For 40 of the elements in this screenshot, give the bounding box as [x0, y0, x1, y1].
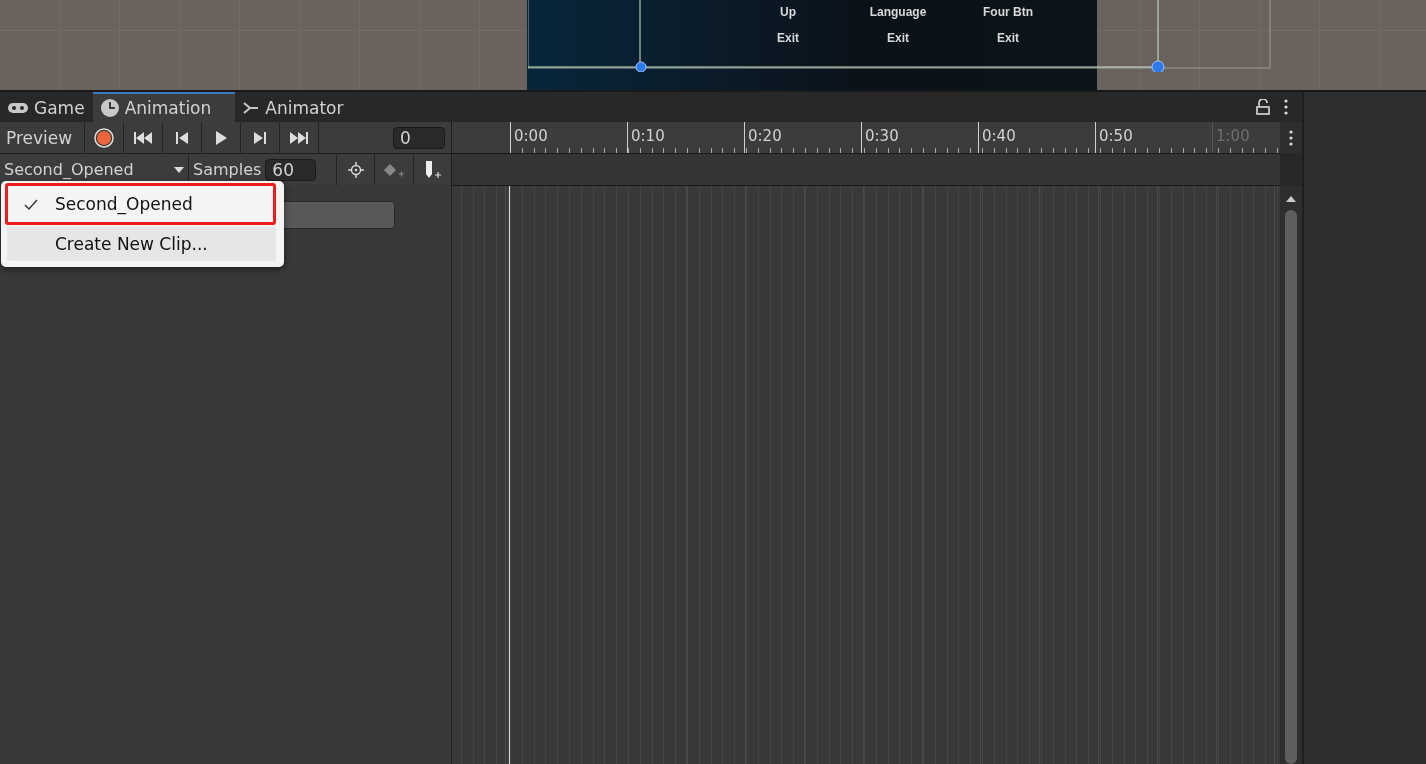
branch-icon: [243, 101, 260, 115]
button-label: Exit: [887, 31, 909, 45]
record-button[interactable]: [85, 122, 123, 153]
crosshair-icon: [347, 161, 364, 178]
frame-field[interactable]: 0: [393, 126, 445, 149]
play-button[interactable]: [202, 122, 240, 153]
menu-item[interactable]: Create New Clip...: [7, 227, 276, 261]
button-label: Up: [780, 5, 796, 19]
skip-forward-icon: [289, 130, 309, 145]
play-icon: [215, 130, 227, 145]
lock-icon[interactable]: [1256, 99, 1270, 115]
record-icon: [94, 127, 114, 148]
button-label: Exit: [777, 31, 799, 45]
samples-label: Samples: [193, 160, 262, 179]
up-arrow-icon[interactable]: [1286, 196, 1296, 202]
button-label: Four Btn: [983, 5, 1033, 19]
preview-button[interactable]: Preview: [0, 122, 84, 153]
more-icon[interactable]: [1284, 99, 1288, 115]
checkmark-icon: [24, 198, 38, 210]
first-frame-button[interactable]: [124, 122, 162, 153]
button-label: Language: [869, 5, 927, 19]
skip-back-icon: [133, 130, 153, 145]
previous-frame-button[interactable]: [163, 122, 201, 153]
more-icon[interactable]: [1289, 129, 1293, 146]
diamond-plus-icon: [383, 161, 405, 178]
clock-icon: [100, 99, 119, 117]
samples-field[interactable]: 60: [265, 158, 317, 181]
last-frame-button[interactable]: [280, 122, 318, 153]
add-event-button[interactable]: [413, 154, 451, 185]
panel-tab[interactable]: Animation: [92, 92, 236, 122]
vertical-scrollbar[interactable]: [1280, 186, 1302, 764]
step-back-icon: [175, 130, 189, 145]
scrollbar-thumb[interactable]: [1285, 210, 1297, 764]
snap-button[interactable]: [337, 154, 375, 185]
step-forward-icon: [253, 130, 267, 145]
next-frame-button[interactable]: [241, 122, 279, 153]
caret-icon: [174, 166, 184, 173]
menu-item[interactable]: Second_Opened: [7, 187, 276, 221]
gamepad-icon: [8, 102, 28, 114]
button-label: Exit: [997, 31, 1019, 45]
